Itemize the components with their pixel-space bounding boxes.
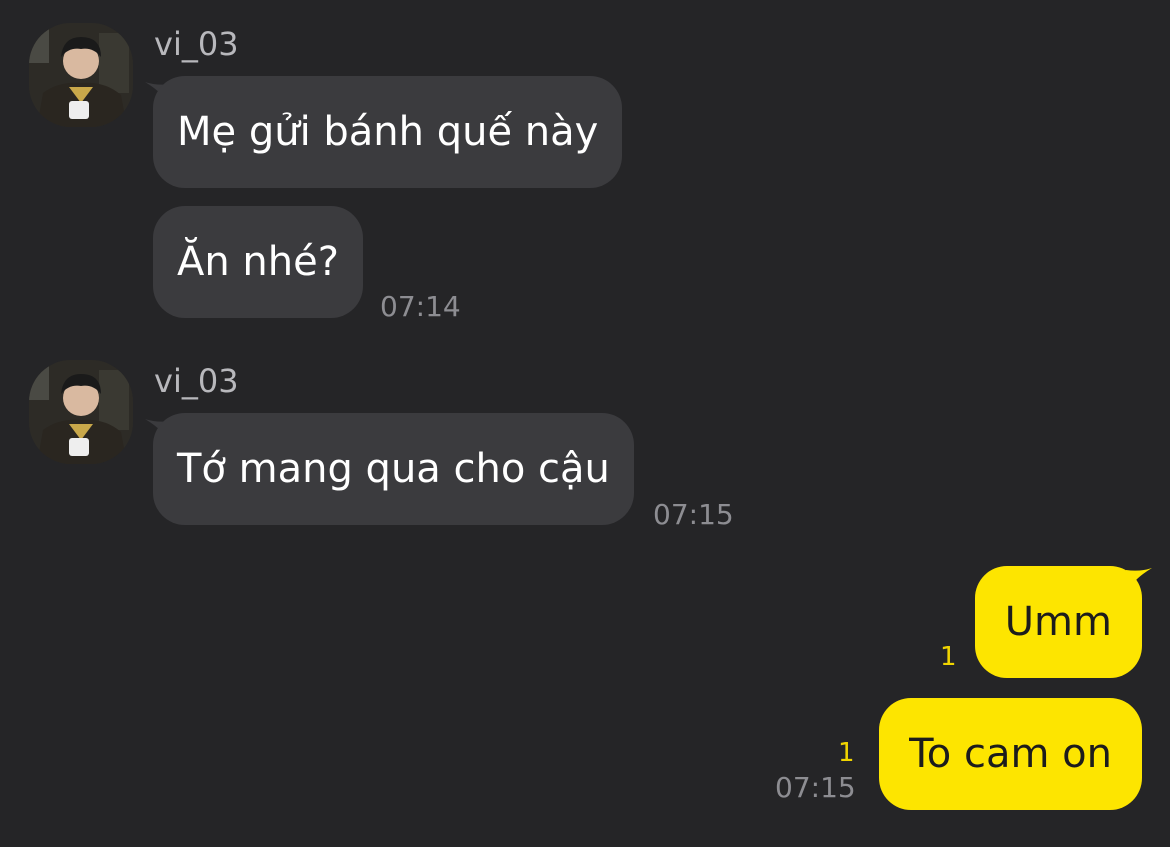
unread-count: 1 [940,642,957,672]
message-timestamp: 07:15 [653,498,734,531]
sender-avatar[interactable] [29,360,133,464]
unread-count: 1 [838,738,855,768]
incoming-message[interactable]: Ăn nhé? [153,206,363,318]
message-timestamp: 07:15 [775,771,856,804]
message-timestamp: 07:14 [380,290,461,323]
outgoing-message[interactable]: Umm [974,566,1142,678]
incoming-message[interactable]: Tớ mang qua cho cậu [153,413,634,525]
outgoing-message[interactable]: To cam on [879,698,1142,810]
incoming-message[interactable]: Mẹ gửi bánh quế này [153,76,623,188]
avatar-image [29,23,133,127]
sender-name: vi_03 [154,25,239,63]
sender-avatar[interactable] [29,23,133,127]
sender-name: vi_03 [154,362,239,400]
avatar-image [29,360,133,464]
